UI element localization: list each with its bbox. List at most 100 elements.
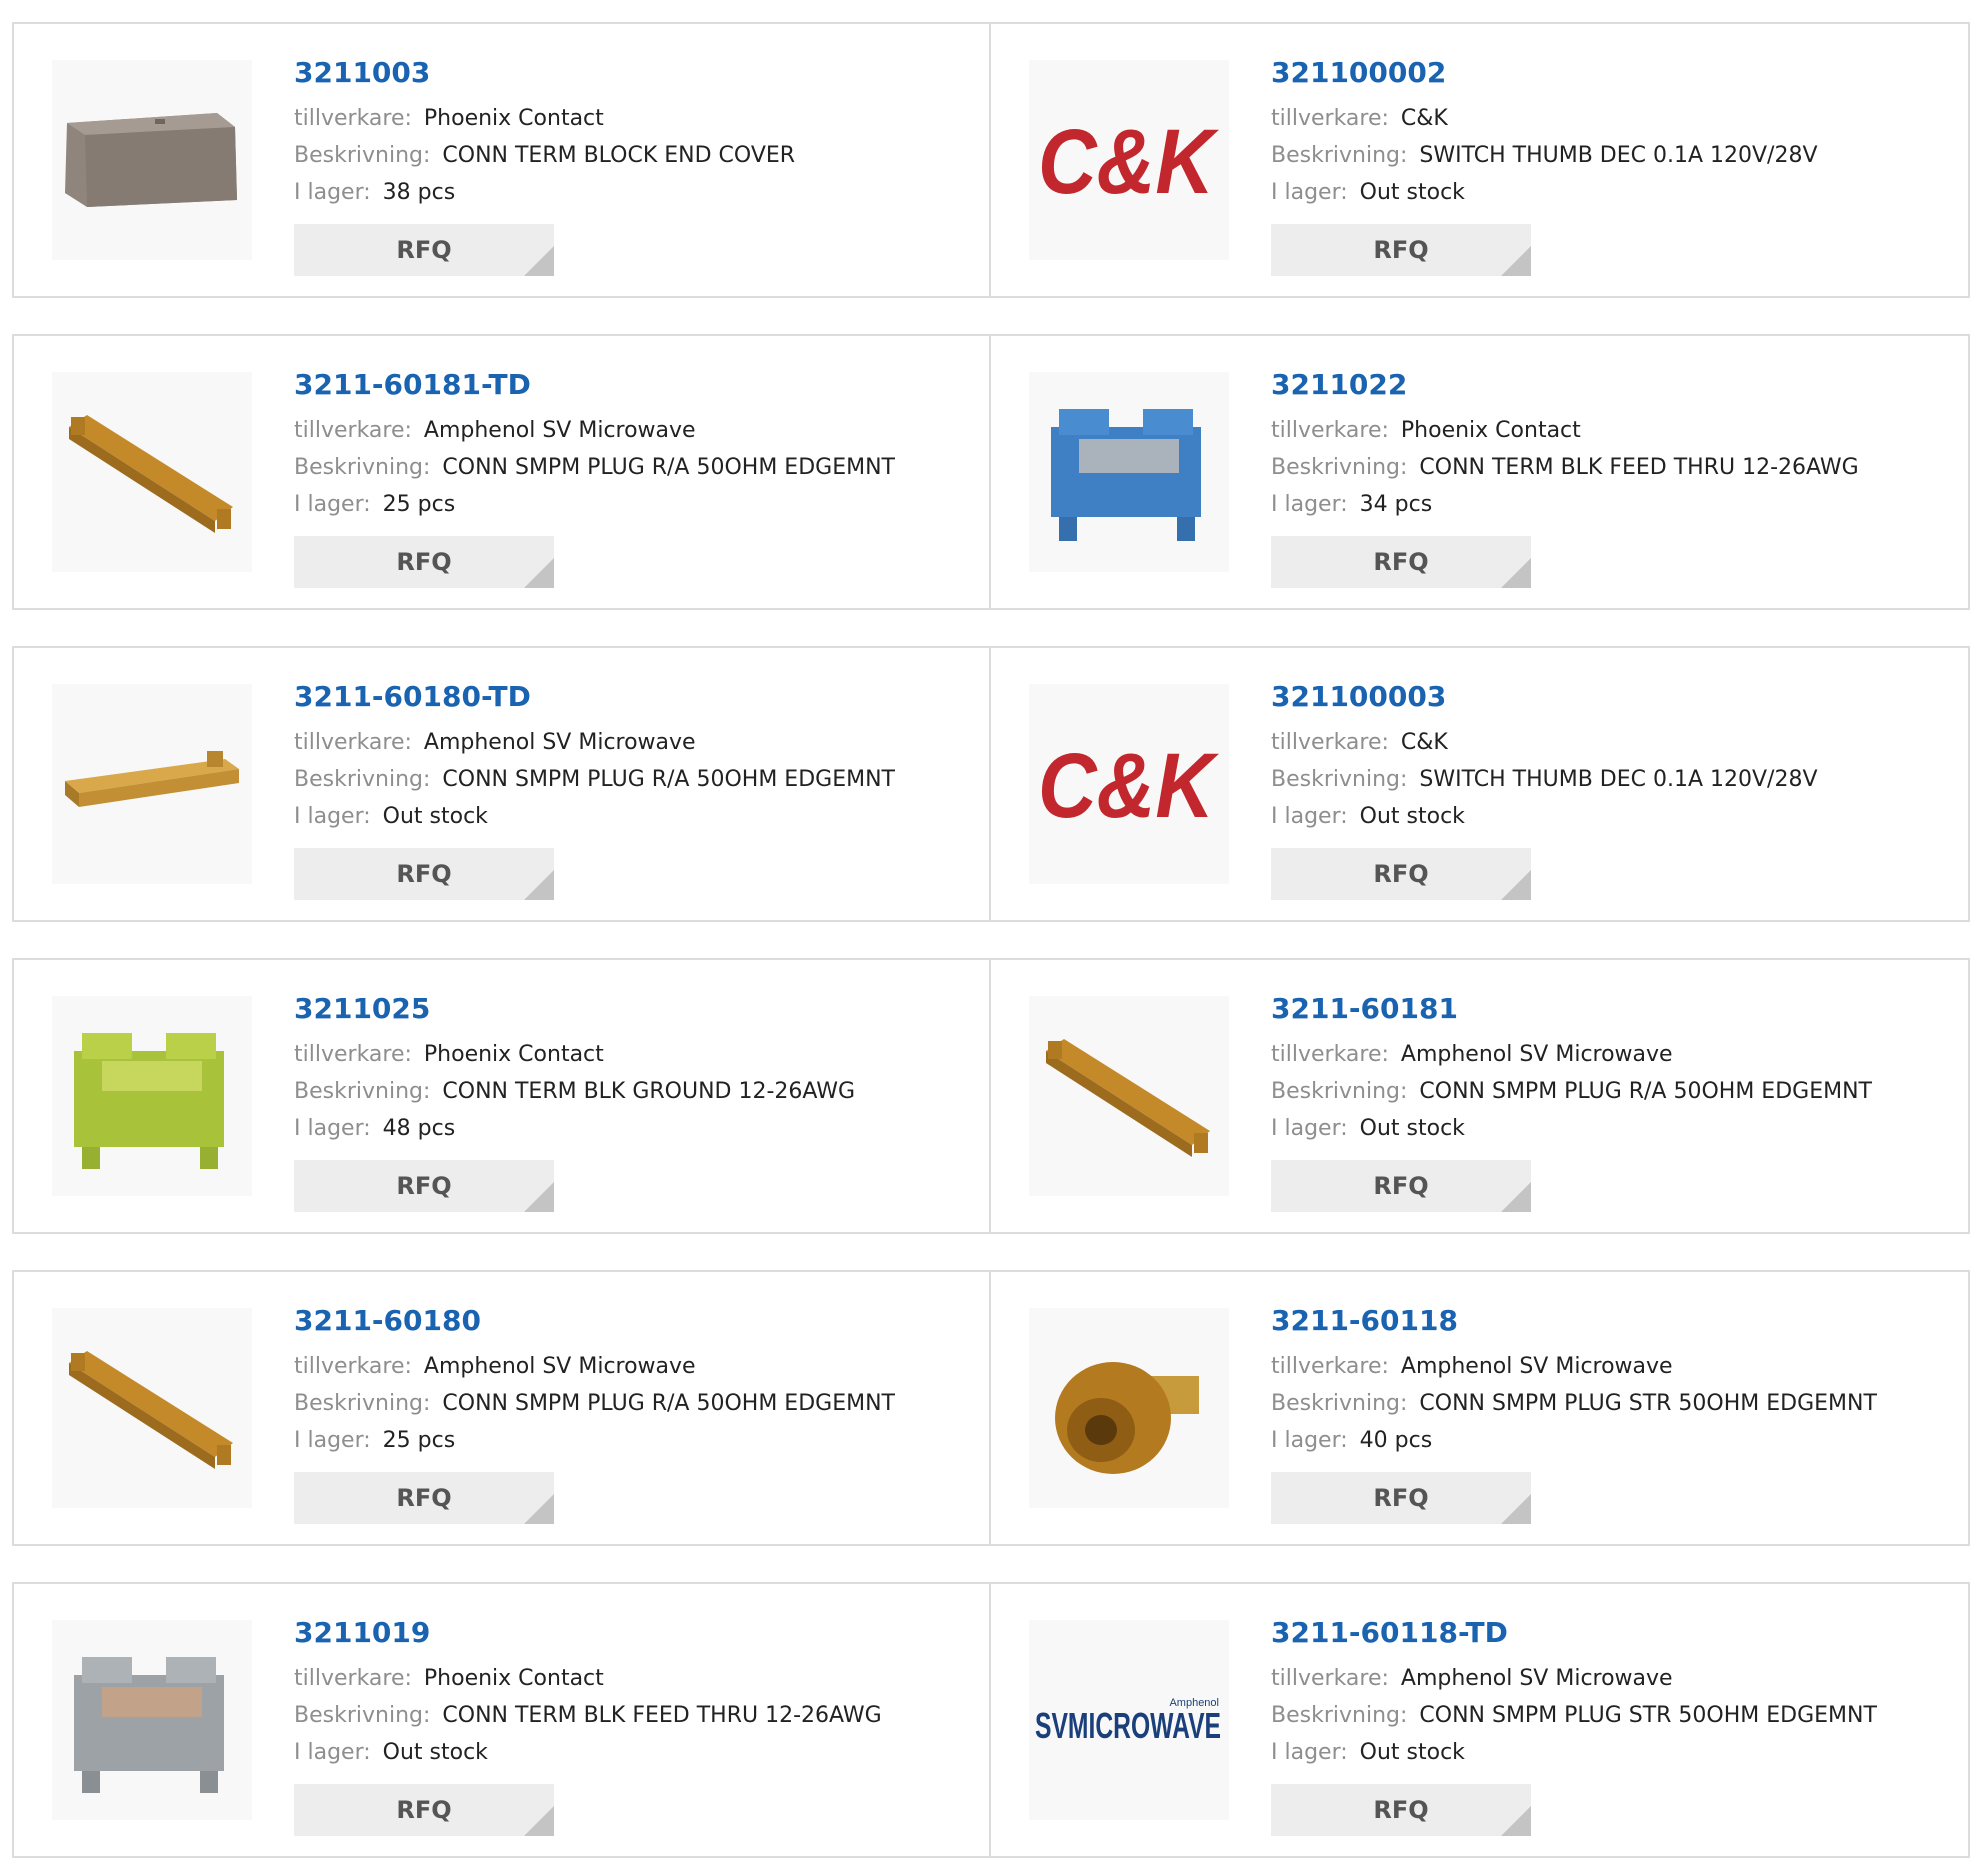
- stock-value: Out stock: [382, 1740, 488, 1765]
- product-info: 3211-60180-TD tillverkare: Amphenol SV Mi…: [294, 678, 979, 835]
- product-grid: 3211003 tillverkare: Phoenix Contact Besk…: [12, 22, 1970, 1858]
- manufacturer-label: tillverkare:: [294, 1666, 412, 1691]
- rfq-label: RFQ: [396, 236, 452, 264]
- description-label: Beskrivning:: [1271, 767, 1408, 792]
- description-value: CONN SMPM PLUG STR 50OHM EDGEMNT: [1419, 1703, 1877, 1728]
- product-info: 3211003 tillverkare: Phoenix Contact Besk…: [294, 54, 979, 211]
- product-image[interactable]: [52, 372, 252, 572]
- corner-triangle-icon: [1501, 1806, 1531, 1836]
- description-row: Beskrivning: CONN SMPM PLUG R/A 50OHM EDG…: [294, 761, 979, 798]
- rfq-button[interactable]: RFQ: [294, 848, 554, 900]
- description-label: Beskrivning:: [294, 455, 431, 480]
- manufacturer-value: Amphenol SV Microwave: [1400, 1354, 1673, 1379]
- description-label: Beskrivning:: [1271, 455, 1408, 480]
- stock-label: I lager:: [294, 1740, 371, 1765]
- stock-label: I lager:: [1271, 1740, 1348, 1765]
- rfq-button[interactable]: RFQ: [294, 224, 554, 276]
- stock-value: Out stock: [1359, 180, 1465, 205]
- product-card: 3211-60180 tillverkare: Amphenol SV Micro…: [12, 1270, 991, 1546]
- description-value: CONN SMPM PLUG R/A 50OHM EDGEMNT: [1419, 1079, 1872, 1104]
- manufacturer-label: tillverkare:: [1271, 1666, 1389, 1691]
- rfq-label: RFQ: [396, 1172, 452, 1200]
- stock-label: I lager:: [294, 492, 371, 517]
- stock-label: I lager:: [294, 1428, 371, 1453]
- description-row: Beskrivning: CONN SMPM PLUG R/A 50OHM EDG…: [294, 1385, 979, 1422]
- stock-value: 38 pcs: [382, 180, 456, 205]
- description-label: Beskrivning:: [1271, 1391, 1408, 1416]
- description-value: CONN SMPM PLUG R/A 50OHM EDGEMNT: [442, 767, 895, 792]
- corner-triangle-icon: [1501, 1494, 1531, 1524]
- stock-row: I lager: 38 pcs: [294, 174, 979, 211]
- rfq-button[interactable]: RFQ: [1271, 224, 1531, 276]
- part-number-link[interactable]: 3211-60180: [294, 1302, 979, 1340]
- manufacturer-row: tillverkare: Amphenol SV Microwave: [294, 412, 979, 449]
- rfq-button[interactable]: RFQ: [1271, 848, 1531, 900]
- stock-label: I lager:: [1271, 1116, 1348, 1141]
- manufacturer-label: tillverkare:: [294, 1042, 412, 1067]
- description-value: SWITCH THUMB DEC 0.1A 120V/28V: [1419, 767, 1818, 792]
- product-image[interactable]: [52, 60, 252, 260]
- product-card: 3211022 tillverkare: Phoenix Contact Besk…: [991, 334, 1970, 610]
- stock-label: I lager:: [1271, 804, 1348, 829]
- manufacturer-row: tillverkare: C&K: [1271, 724, 1958, 761]
- rfq-button[interactable]: RFQ: [1271, 1784, 1531, 1836]
- description-label: Beskrivning:: [294, 1391, 431, 1416]
- part-number-link[interactable]: 321100003: [1271, 678, 1958, 716]
- manufacturer-label: tillverkare:: [294, 418, 412, 443]
- part-number-link[interactable]: 3211-60181-TD: [294, 366, 979, 404]
- manufacturer-label: tillverkare:: [1271, 730, 1389, 755]
- product-image[interactable]: [52, 684, 252, 884]
- product-image[interactable]: [52, 1620, 252, 1820]
- stock-label: I lager:: [294, 1116, 371, 1141]
- manufacturer-value: Amphenol SV Microwave: [1400, 1666, 1673, 1691]
- part-number-link[interactable]: 3211-60181: [1271, 990, 1958, 1028]
- rfq-button[interactable]: RFQ: [1271, 536, 1531, 588]
- rfq-label: RFQ: [1373, 236, 1429, 264]
- description-value: SWITCH THUMB DEC 0.1A 120V/28V: [1419, 143, 1818, 168]
- description-value: CONN TERM BLOCK END COVER: [442, 143, 796, 168]
- product-image[interactable]: [1029, 996, 1229, 1196]
- stock-row: I lager: Out stock: [1271, 1734, 1958, 1771]
- rfq-button[interactable]: RFQ: [294, 1784, 554, 1836]
- part-number-link[interactable]: 3211-60118-TD: [1271, 1614, 1958, 1652]
- ck-logo[interactable]: C&K: [1029, 60, 1229, 260]
- stock-row: I lager: 25 pcs: [294, 1422, 979, 1459]
- part-number-link[interactable]: 321100002: [1271, 54, 1958, 92]
- manufacturer-label: tillverkare:: [1271, 1042, 1389, 1067]
- product-card: C&K 321100003 tillverkare: C&K Beskrivnin…: [991, 646, 1970, 922]
- product-image[interactable]: [1029, 1308, 1229, 1508]
- manufacturer-value: Phoenix Contact: [423, 106, 604, 131]
- rfq-button[interactable]: RFQ: [294, 536, 554, 588]
- part-number-link[interactable]: 3211-60180-TD: [294, 678, 979, 716]
- manufacturer-value: Amphenol SV Microwave: [423, 418, 696, 443]
- manufacturer-value: C&K: [1400, 106, 1448, 131]
- stock-label: I lager:: [1271, 180, 1348, 205]
- manufacturer-label: tillverkare:: [294, 106, 412, 131]
- manufacturer-value: Phoenix Contact: [423, 1666, 604, 1691]
- corner-triangle-icon: [524, 1182, 554, 1212]
- rfq-button[interactable]: RFQ: [294, 1160, 554, 1212]
- rfq-button[interactable]: RFQ: [1271, 1472, 1531, 1524]
- sv-microwave-logo[interactable]: Amphenol SVMICROWAVE: [1029, 1620, 1229, 1820]
- part-number-link[interactable]: 3211003: [294, 54, 979, 92]
- part-number-link[interactable]: 3211019: [294, 1614, 979, 1652]
- description-label: Beskrivning:: [294, 767, 431, 792]
- rfq-button[interactable]: RFQ: [294, 1472, 554, 1524]
- part-number-link[interactable]: 3211-60118: [1271, 1302, 1958, 1340]
- product-image[interactable]: [52, 996, 252, 1196]
- product-image[interactable]: [52, 1308, 252, 1508]
- product-image[interactable]: [1029, 372, 1229, 572]
- stock-row: I lager: Out stock: [1271, 1110, 1958, 1147]
- rfq-button[interactable]: RFQ: [1271, 1160, 1531, 1212]
- rfq-label: RFQ: [1373, 860, 1429, 888]
- manufacturer-value: C&K: [1400, 730, 1448, 755]
- part-number-link[interactable]: 3211022: [1271, 366, 1958, 404]
- stock-value: Out stock: [1359, 1740, 1465, 1765]
- part-number-link[interactable]: 3211025: [294, 990, 979, 1028]
- product-info: 3211-60118 tillverkare: Amphenol SV Micro…: [1271, 1302, 1958, 1459]
- product-card: 3211-60181 tillverkare: Amphenol SV Micro…: [991, 958, 1970, 1234]
- stock-row: I lager: 34 pcs: [1271, 486, 1958, 523]
- product-info: 321100003 tillverkare: C&K Beskrivning: SW…: [1271, 678, 1958, 835]
- manufacturer-value: Amphenol SV Microwave: [423, 730, 696, 755]
- ck-logo[interactable]: C&K: [1029, 684, 1229, 884]
